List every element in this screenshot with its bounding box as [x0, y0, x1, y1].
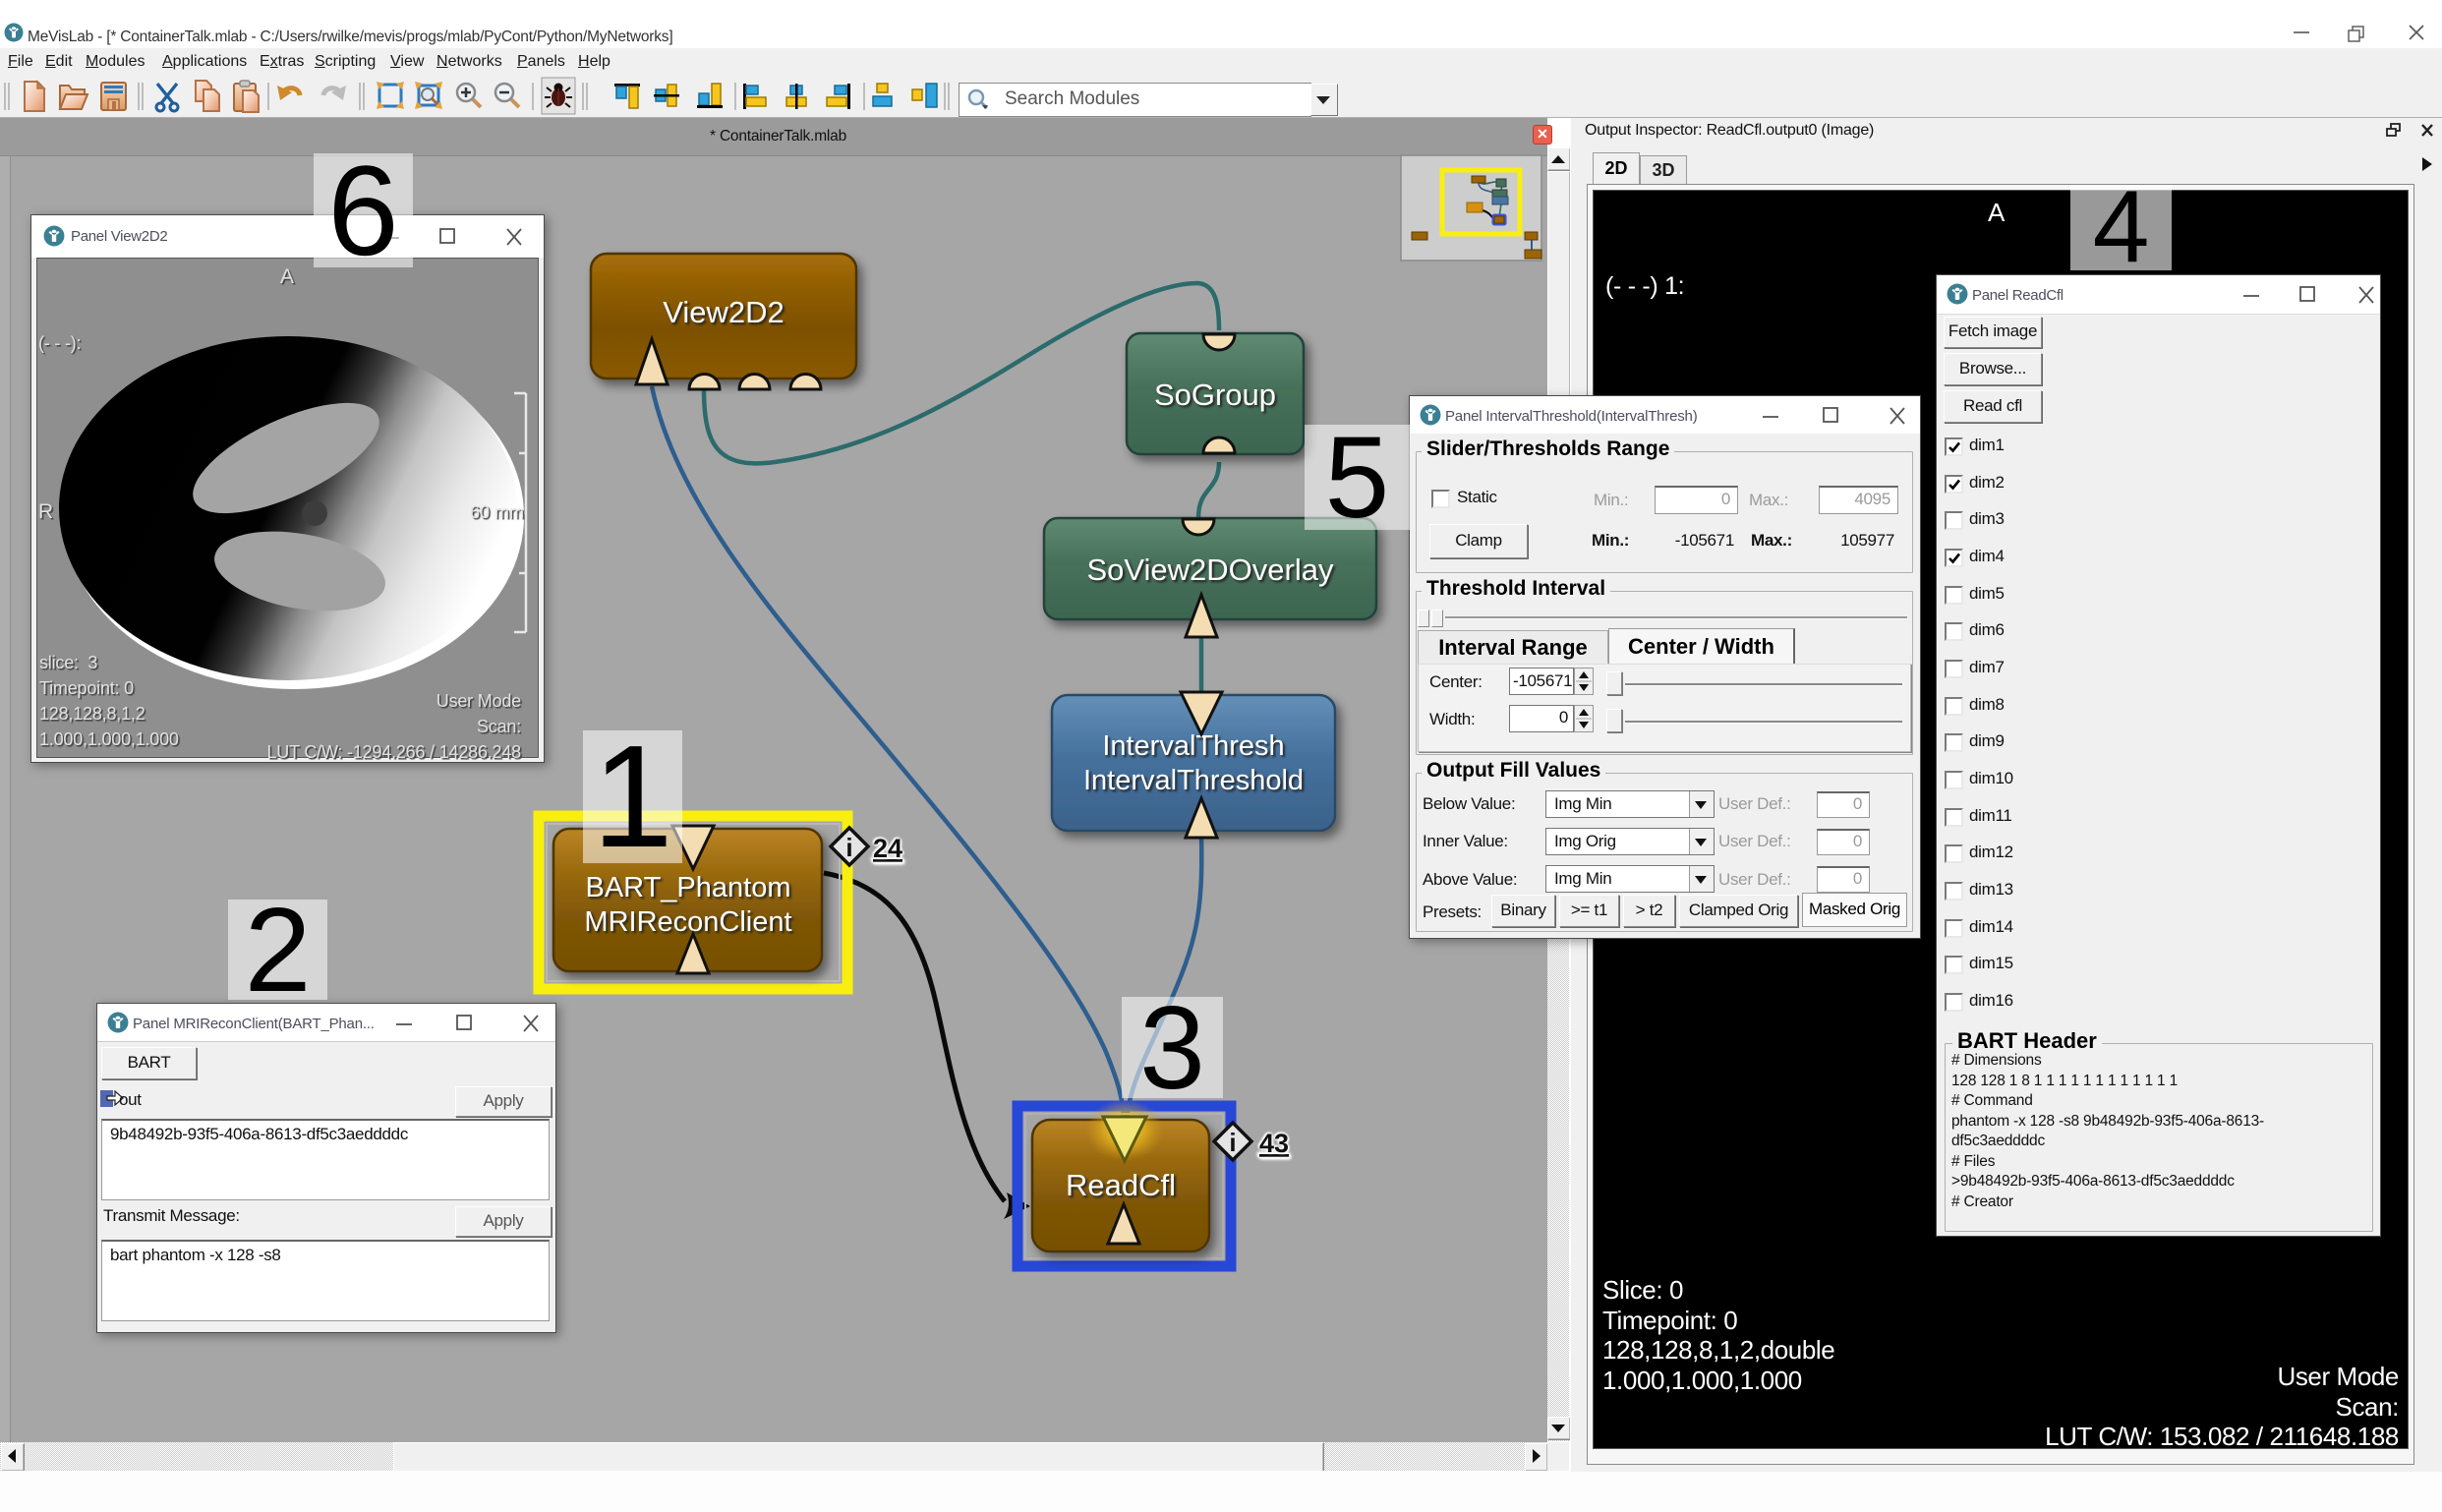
svg-text:43: 43: [1259, 1129, 1289, 1158]
svg-text:i: i: [1229, 1128, 1236, 1157]
svg-text:IntervalThreshold: IntervalThreshold: [1083, 765, 1304, 796]
svg-text:24: 24: [873, 834, 902, 863]
svg-text:i: i: [845, 833, 852, 862]
svg-text:View2D2: View2D2: [663, 295, 785, 329]
svg-text:MRIReconClient: MRIReconClient: [584, 906, 791, 938]
svg-text:IntervalThresh: IntervalThresh: [1102, 730, 1284, 762]
svg-text:SoView2DOverlay: SoView2DOverlay: [1087, 552, 1334, 587]
svg-text:SoGroup: SoGroup: [1154, 378, 1276, 412]
svg-text:ReadCfl: ReadCfl: [1066, 1168, 1176, 1202]
svg-text:60 mm: 60 mm: [470, 502, 524, 522]
